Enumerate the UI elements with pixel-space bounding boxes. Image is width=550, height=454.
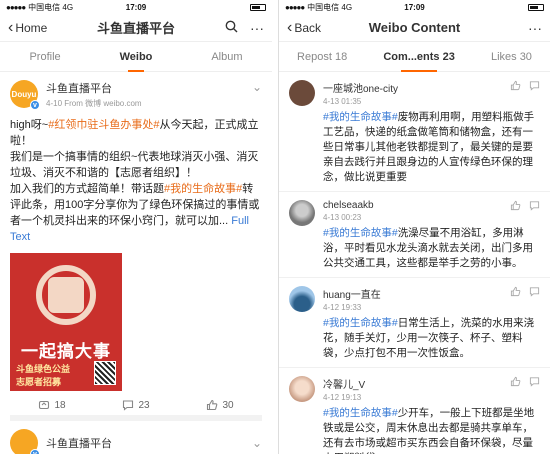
clock: 17:09 — [125, 2, 147, 12]
status-bar: ●●●●● 中国电信 4G 17:09 — [279, 0, 550, 14]
like-count: 30 — [222, 399, 234, 411]
comment-item: 冷馨儿_V 4-12 19:13 #我的生命故事#少开车，一般上下班都是坐地铁或… — [279, 368, 550, 454]
thumbs-up-icon — [207, 399, 218, 411]
profile-tabs: Profile Weibo Album — [0, 42, 272, 72]
qr-code — [94, 361, 116, 385]
avatar[interactable]: Douyu v — [10, 80, 40, 110]
topic-link[interactable]: #我的生命故事# — [323, 407, 398, 419]
post-image[interactable]: 一起搞大事 斗鱼绿色公益 志愿者招募 — [10, 253, 122, 391]
topic-link[interactable]: #我的生命故事# — [323, 111, 398, 123]
post-text-l3: 加入我们的方式超简单！带话题 — [10, 183, 164, 195]
search-icon[interactable] — [225, 20, 238, 36]
post-text-l1: high呀~ — [10, 119, 49, 131]
comment-date: 4-13 01:35 — [323, 97, 362, 106]
tab-profile[interactable]: Profile — [29, 42, 60, 72]
thumbs-up-icon[interactable] — [510, 80, 521, 91]
nav-bar: ‹ Home 斗鱼直播平台 ··· — [0, 14, 272, 42]
back-label: Back — [294, 20, 322, 35]
avatar[interactable] — [289, 286, 315, 312]
thumbs-up-icon[interactable] — [510, 200, 521, 211]
avatar[interactable] — [289, 200, 315, 226]
right-screen: ●●●●● 中国电信 4G 17:09 ‹ Back Weibo Content… — [278, 0, 550, 454]
chevron-left-icon: ‹ — [8, 18, 14, 36]
poster-emblem-inner — [48, 277, 84, 313]
weibo-post: Douyu v 斗鱼直播平台 4-10 From 微博 weibo.com ⌄ … — [0, 72, 272, 421]
post-author[interactable]: 斗鱼直播平台 — [46, 435, 252, 451]
poster-subtitle-2: 志愿者招募 — [16, 377, 62, 387]
comment-icon[interactable] — [529, 200, 540, 211]
post-text: high呀~#红领巾驻斗鱼办事处#从今天起，正式成立啦！ 我们是一个搞事情的组织… — [10, 117, 262, 245]
avatar-logo-text: Douyu — [11, 89, 37, 99]
more-icon[interactable]: ··· — [528, 20, 542, 36]
left-screen: ●●●●● 中国电信 4G 17:09 ‹ Home 斗鱼直播平台 ··· Pr… — [0, 0, 272, 454]
poster-headline: 一起搞大事 — [21, 342, 111, 361]
post-actions: 18 23 30 — [10, 395, 262, 421]
comment-date: 4-12 19:33 — [323, 303, 362, 312]
tab-album[interactable]: Album — [211, 42, 242, 72]
weibo-post-next: v 斗鱼直播平台 ⌄ — [0, 421, 272, 454]
repost-button[interactable]: 18 — [38, 399, 66, 411]
topic-link[interactable]: #红领巾驻斗鱼办事处# — [48, 119, 159, 131]
content-tabs: Repost 18 Com...ents 23 Likes 30 — [279, 42, 550, 72]
more-icon[interactable]: ··· — [250, 20, 264, 36]
like-button[interactable]: 30 — [206, 399, 234, 411]
clock: 17:09 — [404, 2, 425, 12]
chevron-down-icon[interactable]: ⌄ — [252, 80, 262, 94]
verified-icon: v — [30, 100, 40, 110]
comment-icon[interactable] — [529, 286, 540, 297]
repost-icon — [39, 400, 50, 410]
comment-author[interactable]: chelseaakb — [323, 200, 374, 211]
comment-button[interactable]: 23 — [122, 399, 150, 411]
repost-count: 18 — [54, 399, 66, 411]
verified-icon: v — [30, 449, 40, 454]
post-meta: 4-10 From 微博 weibo.com — [46, 99, 142, 108]
chevron-left-icon: ‹ — [287, 18, 293, 36]
comment-list: 一座城池one-city 4-13 01:35 #我的生命故事#废物再利用啊，用… — [279, 72, 550, 454]
comment-icon[interactable] — [529, 376, 540, 387]
avatar[interactable]: v — [10, 429, 40, 454]
tab-weibo[interactable]: Weibo — [120, 42, 152, 72]
poster-subtitle-1: 斗鱼绿色公益 — [16, 364, 71, 374]
tab-comments[interactable]: Com...ents 23 — [383, 42, 455, 72]
comment-author[interactable]: 一座城池one-city — [323, 80, 398, 95]
thumbs-up-icon[interactable] — [510, 286, 521, 297]
comment-item: chelseaakb 4-13 00:23 #我的生命故事#洗澡尽量不用浴缸，多… — [279, 192, 550, 278]
post-text-l2: 我们是一个搞事情的组织~代表地球消灭小强、消灭垃圾、消灭不和谐的【志愿者组织】！ — [10, 151, 259, 179]
comment-item: huang一直在 4-12 19:33 #我的生命故事#日常生活上，洗菜的水用来… — [279, 278, 550, 368]
nav-bar: ‹ Back Weibo Content ··· — [279, 14, 550, 42]
tab-reposts[interactable]: Repost 18 — [297, 42, 347, 72]
battery-icon — [528, 3, 544, 11]
comment-count: 23 — [138, 399, 150, 411]
tab-likes[interactable]: Likes 30 — [491, 42, 532, 72]
battery-indicator — [250, 3, 266, 11]
avatar[interactable] — [289, 376, 315, 402]
battery-icon — [250, 3, 266, 11]
back-label: Home — [15, 20, 48, 35]
comment-item: 一座城池one-city 4-13 01:35 #我的生命故事#废物再利用啊，用… — [279, 72, 550, 192]
topic-link[interactable]: #我的生命故事# — [323, 227, 398, 239]
chevron-down-icon[interactable]: ⌄ — [252, 436, 262, 450]
comment-author[interactable]: huang一直在 — [323, 286, 381, 301]
comment-author[interactable]: 冷馨儿_V — [323, 376, 365, 391]
topic-link-2[interactable]: #我的生命故事# — [164, 183, 242, 195]
status-bar: ●●●●● 中国电信 4G 17:09 — [0, 0, 272, 14]
comment-icon[interactable] — [529, 80, 540, 91]
battery-indicator — [528, 3, 544, 11]
comment-date: 4-12 19:13 — [323, 393, 362, 402]
back-button[interactable]: ‹ Home — [8, 18, 48, 36]
topic-link[interactable]: #我的生命故事# — [323, 317, 398, 329]
comment-icon — [123, 400, 134, 411]
comment-date: 4-13 00:23 — [323, 213, 362, 222]
back-button[interactable]: ‹ Back — [287, 18, 322, 36]
thumbs-up-icon[interactable] — [510, 376, 521, 387]
avatar[interactable] — [289, 80, 315, 106]
post-author[interactable]: 斗鱼直播平台 — [46, 80, 252, 96]
